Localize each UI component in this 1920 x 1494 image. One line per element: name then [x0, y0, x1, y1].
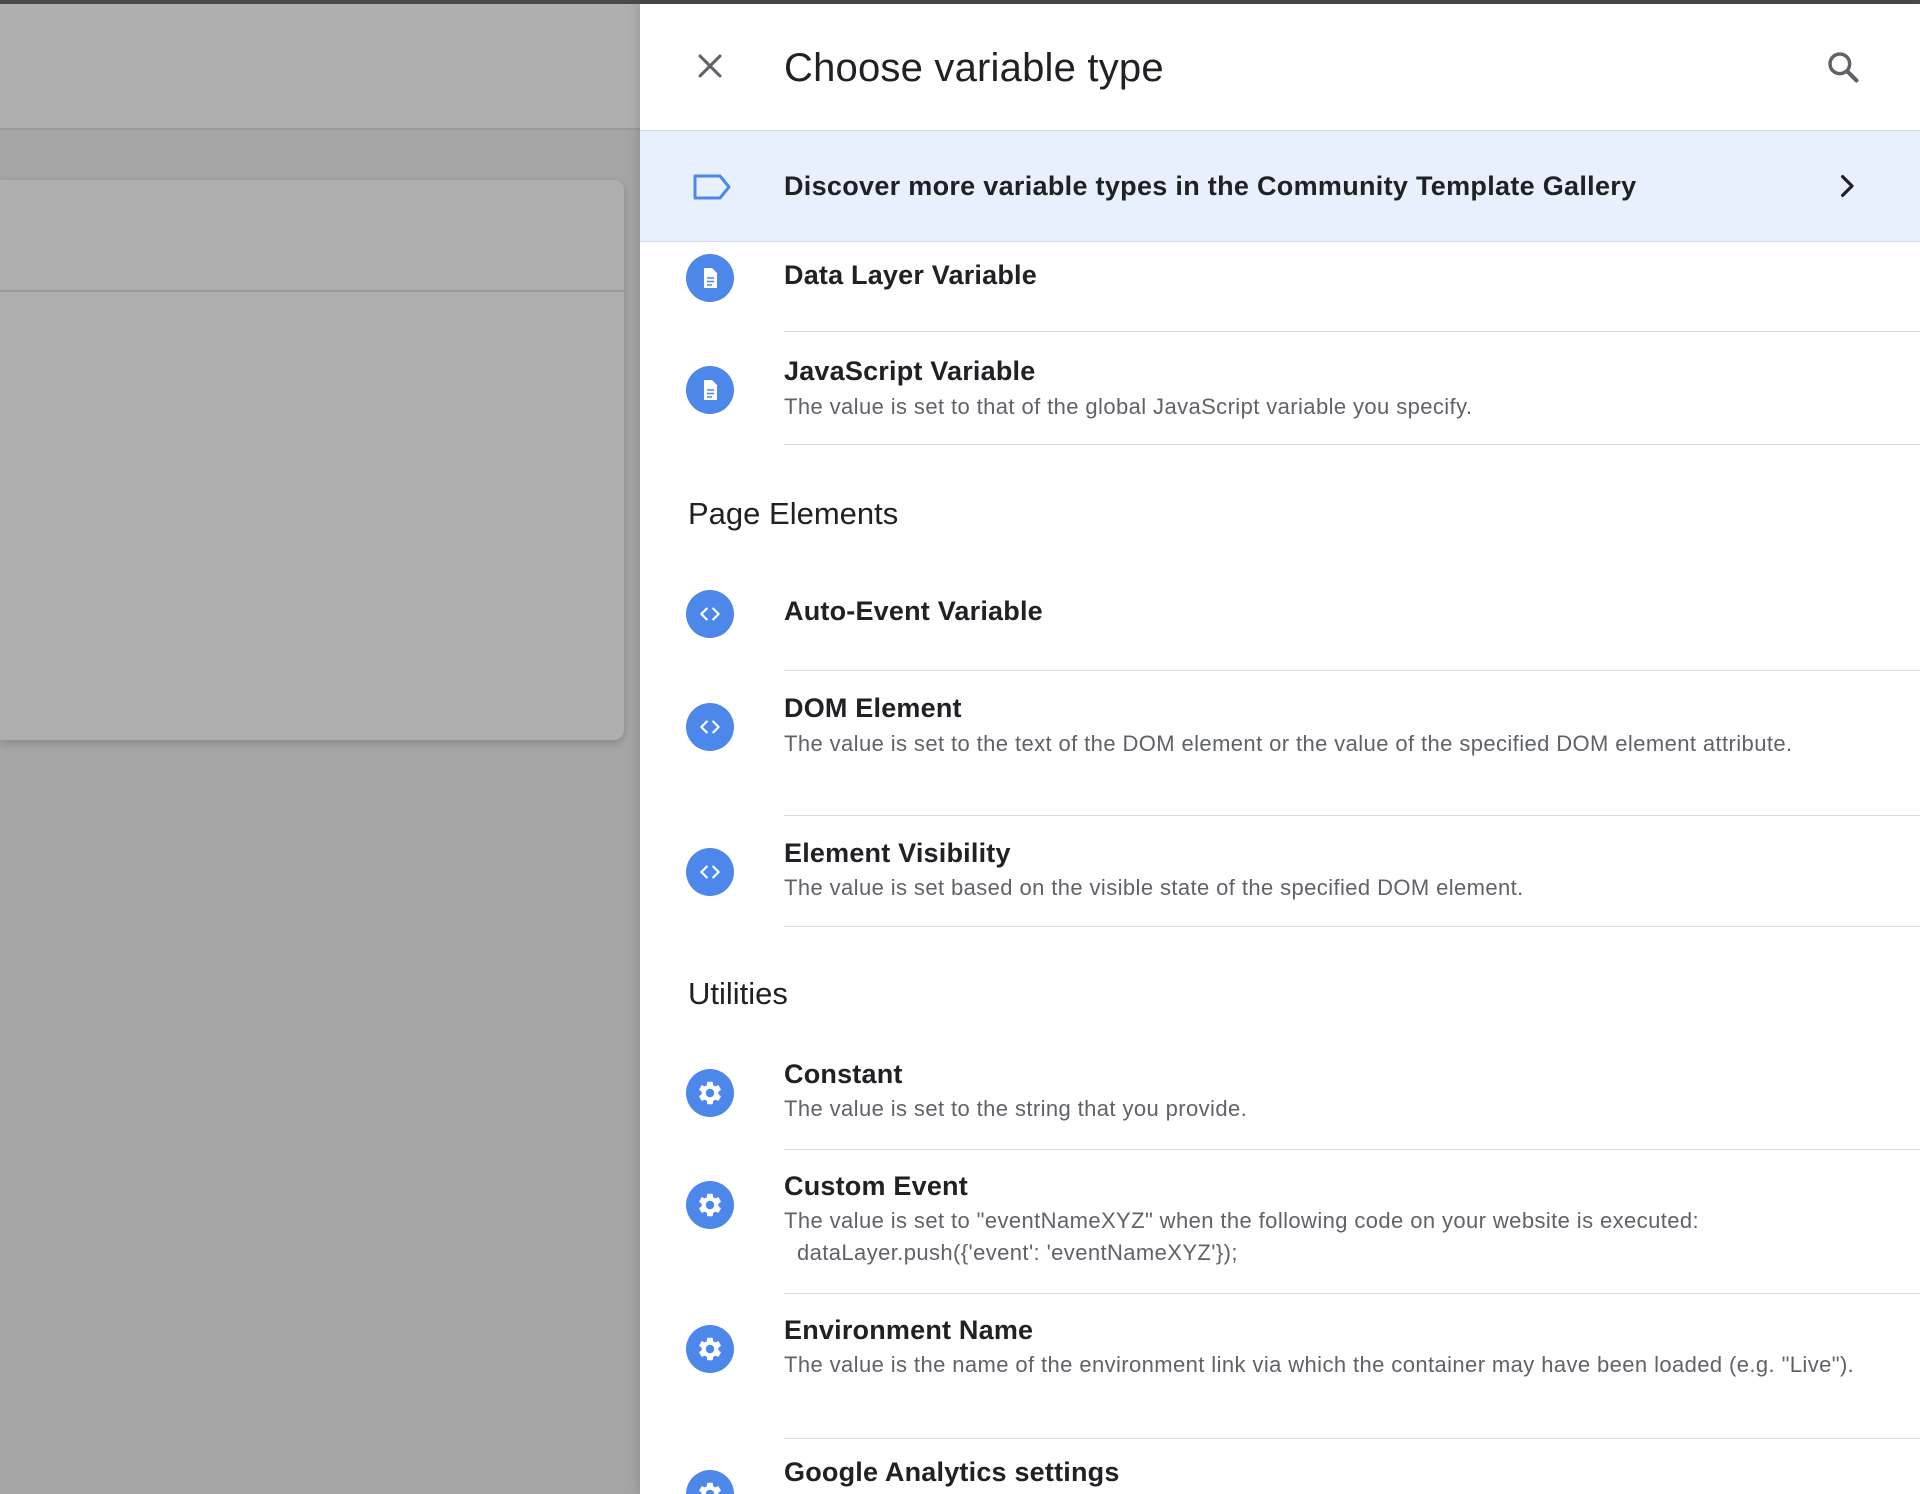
variable-type-panel: Choose variable type Discover more varia… — [640, 4, 1920, 1494]
search-icon — [1828, 52, 1859, 83]
gear-icon — [686, 1325, 734, 1373]
item-description: The value is set to "eventNameXYZ" when … — [784, 1208, 1700, 1233]
close-icon — [698, 54, 722, 78]
item-description: The value is set to the text of the DOM … — [784, 731, 1793, 756]
item-title: Auto-Event Variable — [784, 596, 1043, 626]
document-icon — [686, 366, 734, 414]
item-title: DOM Element — [784, 693, 962, 723]
item-title: Google Analytics settings — [784, 1457, 1120, 1487]
item-description: The value is the name of the environment… — [784, 1352, 1855, 1377]
item-description: The value is set to that of the global J… — [784, 394, 1473, 419]
item-divider — [784, 444, 1920, 445]
label-tag-icon — [693, 174, 731, 200]
gear-icon — [686, 1181, 734, 1229]
list-item-javascript-variable[interactable]: JavaScript Variable The value is set to … — [640, 332, 1920, 445]
list-item-environment-name[interactable]: Environment Name The value is the name o… — [640, 1294, 1920, 1439]
section-title-utilities: Utilities — [688, 976, 788, 1011]
document-icon — [686, 254, 734, 302]
section-title-page-elements: Page Elements — [688, 496, 899, 531]
background-card-divider — [0, 290, 624, 292]
list-item-custom-event[interactable]: Custom Event The value is set to "eventN… — [640, 1150, 1920, 1294]
gallery-link-text: Discover more variable types in the Comm… — [784, 171, 1637, 201]
item-code-snippet: dataLayer.push({'event': 'eventNameXYZ'}… — [797, 1240, 1238, 1265]
item-divider — [784, 926, 1920, 927]
code-brackets-icon — [686, 848, 734, 896]
list-item-data-layer-variable[interactable]: Data Layer Variable — [640, 242, 1920, 332]
code-brackets-icon — [686, 590, 734, 638]
gear-icon — [686, 1470, 734, 1494]
panel-header: Choose variable type — [640, 4, 1920, 131]
background-header — [0, 4, 640, 130]
chevron-right-icon — [1841, 175, 1854, 197]
item-description: The value is set based on the visible st… — [784, 875, 1524, 900]
close-button[interactable] — [688, 44, 732, 88]
item-title: JavaScript Variable — [784, 356, 1036, 386]
code-brackets-icon — [686, 703, 734, 751]
gear-icon — [686, 1069, 734, 1117]
list-item-auto-event-variable[interactable]: Auto-Event Variable — [640, 574, 1920, 671]
list-item-dom-element[interactable]: DOM Element The value is set to the text… — [640, 671, 1920, 816]
item-title: Data Layer Variable — [784, 260, 1037, 290]
item-title: Constant — [784, 1059, 903, 1089]
item-title: Custom Event — [784, 1171, 968, 1201]
item-title: Element Visibility — [784, 838, 1011, 868]
community-template-gallery-link[interactable]: Discover more variable types in the Comm… — [640, 131, 1920, 242]
background-card — [0, 180, 624, 740]
list-item-constant[interactable]: Constant The value is set to the string … — [640, 1038, 1920, 1150]
item-description: The value is set to the string that you … — [784, 1096, 1248, 1121]
list-item-google-analytics-settings[interactable]: Google Analytics settings — [640, 1439, 1920, 1494]
search-button[interactable] — [1820, 44, 1866, 90]
list-item-element-visibility[interactable]: Element Visibility The value is set base… — [640, 816, 1920, 927]
panel-title: Choose variable type — [784, 46, 1164, 90]
item-title: Environment Name — [784, 1315, 1034, 1345]
